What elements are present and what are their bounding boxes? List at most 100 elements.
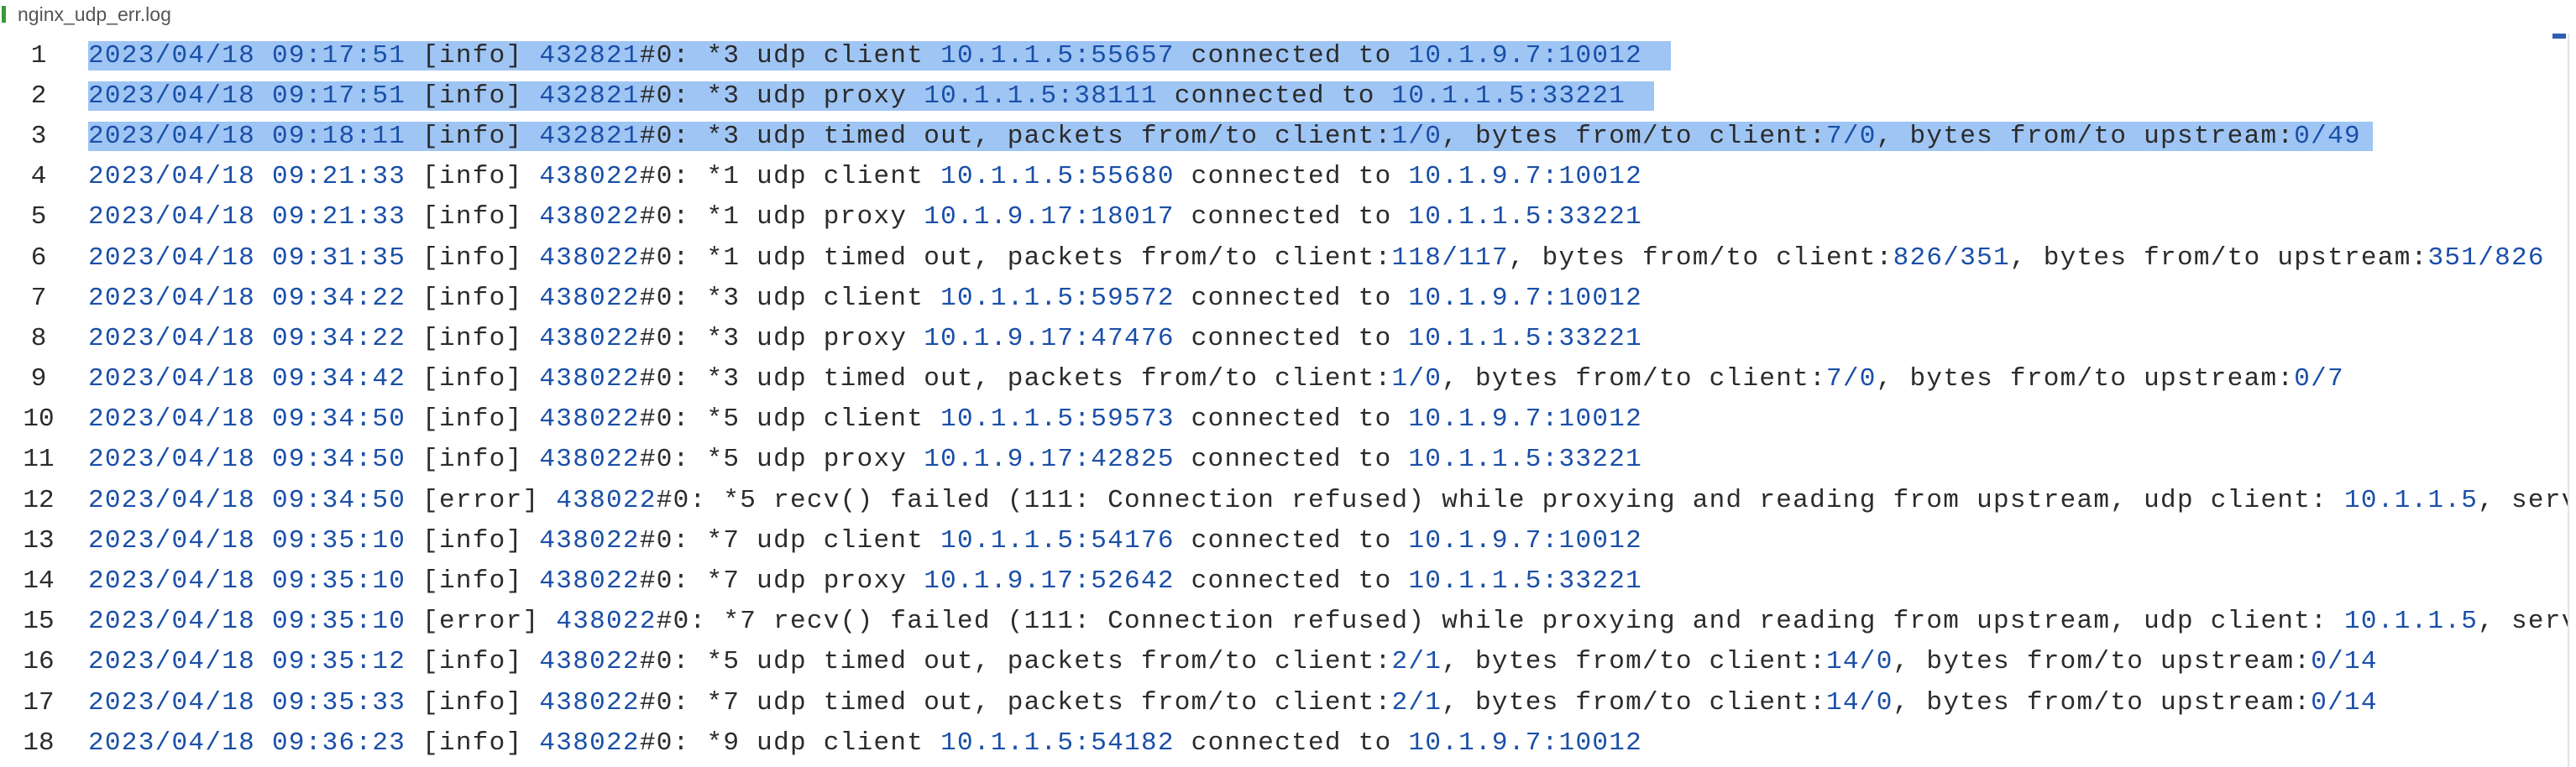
log-date: 2023/04/18 xyxy=(88,243,256,273)
log-line[interactable]: 6 2023/04/18 09:31:35 [info] 438022#0: *1… xyxy=(0,237,2568,278)
log-date: 2023/04/18 xyxy=(88,647,256,677)
log-message: [error] 438022#0: *5 recv() failed (111:… xyxy=(406,485,2568,515)
log-line[interactable]: 10 2023/04/18 09:34:50 [info] 438022#0: *… xyxy=(0,399,2568,440)
line-number: 8 xyxy=(30,323,47,353)
log-date: 2023/04/18 xyxy=(88,404,256,435)
line-number: 5 xyxy=(30,202,47,232)
line-text: 2023/04/18 09:35:10 [info] 438022#0: *7 … xyxy=(88,566,1642,596)
log-date: 2023/04/18 xyxy=(88,364,256,394)
log-date: 2023/04/18 xyxy=(88,525,256,556)
line-number: 13 xyxy=(23,525,55,556)
line-number: 16 xyxy=(23,647,55,677)
log-time: 09:35:12 xyxy=(271,647,406,677)
line-number: 11 xyxy=(23,445,55,475)
log-date: 2023/04/18 xyxy=(88,445,256,475)
log-line[interactable]: 2 2023/04/18 09:17:51 [info] 432821#0: *3… xyxy=(0,76,2568,116)
line-text: 2023/04/18 09:21:33 [info] 438022#0: *1 … xyxy=(88,202,1642,232)
line-number: 7 xyxy=(30,283,47,313)
log-message: [info] 438022#0: *7 udp proxy 10.1.9.17:… xyxy=(406,566,1643,597)
log-time: 09:21:33 xyxy=(271,162,406,192)
log-time: 09:35:10 xyxy=(271,566,406,597)
log-time: 09:35:10 xyxy=(271,607,406,637)
log-line[interactable]: 14 2023/04/18 09:35:10 [info] 438022#0: *… xyxy=(0,561,2568,601)
line-text: 2023/04/18 09:35:10 [error] 438022#0: *7… xyxy=(88,607,2568,636)
line-text: 2023/04/18 09:35:33 [info] 438022#0: *7 … xyxy=(88,688,2378,717)
file-icon xyxy=(2,6,6,23)
line-number: 6 xyxy=(30,243,47,273)
log-message: [info] 438022#0: *7 udp timed out, packe… xyxy=(406,687,2378,717)
log-line[interactable]: 4 2023/04/18 09:21:33 [info] 438022#0: *1… xyxy=(0,157,2568,197)
log-line[interactable]: 8 2023/04/18 09:34:22 [info] 438022#0: *3… xyxy=(0,318,2568,358)
line-text: 2023/04/18 09:21:33 [info] 438022#0: *1 … xyxy=(88,162,1642,191)
log-line[interactable]: 18 2023/04/18 09:36:23 [info] 438022#0: *… xyxy=(0,723,2568,763)
log-message: [info] 432821#0: *3 udp proxy 10.1.1.5:3… xyxy=(406,81,1626,111)
line-number: 10 xyxy=(23,404,55,435)
log-date: 2023/04/18 xyxy=(88,566,256,597)
line-number: 9 xyxy=(30,364,47,394)
file-name: nginx_udp_err.log xyxy=(18,3,171,25)
log-date: 2023/04/18 xyxy=(88,485,256,515)
line-text: 2023/04/18 09:18:11 [info] 432821#0: *3 … xyxy=(88,121,2373,151)
log-date: 2023/04/18 xyxy=(88,162,256,192)
log-message: [info] 438022#0: *1 udp proxy 10.1.9.17:… xyxy=(406,202,1643,232)
log-message: [info] 432821#0: *3 udp client 10.1.1.5:… xyxy=(406,40,1643,70)
line-text: 2023/04/18 09:35:10 [info] 438022#0: *7 … xyxy=(88,526,1642,556)
log-time: 09:34:22 xyxy=(271,283,406,313)
log-time: 09:36:23 xyxy=(271,728,406,758)
line-text: 2023/04/18 09:17:51 [info] 432821#0: *3 … xyxy=(88,81,1655,111)
line-text: 2023/04/18 09:34:22 [info] 438022#0: *3 … xyxy=(88,284,1642,313)
log-message: [info] 438022#0: *5 udp timed out, packe… xyxy=(406,647,2378,677)
line-text: 2023/04/18 09:34:50 [info] 438022#0: *5 … xyxy=(88,404,1642,434)
log-date: 2023/04/18 xyxy=(88,40,256,70)
log-date: 2023/04/18 xyxy=(88,323,256,353)
line-text: 2023/04/18 09:31:35 [info] 438022#0: *1 … xyxy=(88,243,2545,273)
line-text: 2023/04/18 09:34:22 [info] 438022#0: *3 … xyxy=(88,324,1642,353)
log-time: 09:34:50 xyxy=(271,404,406,435)
scrollbar-track[interactable] xyxy=(2568,34,2569,767)
log-line[interactable]: 5 2023/04/18 09:21:33 [info] 438022#0: *1… xyxy=(0,197,2568,237)
log-time: 09:17:51 xyxy=(271,40,406,70)
log-time: 09:17:51 xyxy=(271,81,406,111)
file-tab[interactable]: nginx_udp_err.log xyxy=(0,0,171,29)
log-time: 09:34:22 xyxy=(271,323,406,353)
log-date: 2023/04/18 xyxy=(88,81,256,111)
log-line[interactable]: 13 2023/04/18 09:35:10 [info] 438022#0: *… xyxy=(0,520,2568,561)
line-number: 3 xyxy=(30,121,47,151)
log-line[interactable]: 12 2023/04/18 09:34:50 [error] 438022#0: … xyxy=(0,480,2568,520)
line-number: 17 xyxy=(23,687,55,717)
log-line[interactable]: 15 2023/04/18 09:35:10 [error] 438022#0: … xyxy=(0,602,2568,642)
log-line[interactable]: 7 2023/04/18 09:34:22 [info] 438022#0: *3… xyxy=(0,278,2568,318)
log-time: 09:21:33 xyxy=(271,202,406,232)
line-number: 12 xyxy=(23,485,55,515)
line-number: 14 xyxy=(23,566,55,597)
log-line[interactable]: 9 2023/04/18 09:34:42 [info] 438022#0: *3… xyxy=(0,359,2568,399)
log-message: [error] 438022#0: *7 recv() failed (111:… xyxy=(406,607,2568,637)
log-message: [info] 438022#0: *5 udp proxy 10.1.9.17:… xyxy=(406,445,1643,475)
log-time: 09:35:10 xyxy=(271,525,406,556)
log-line[interactable]: 17 2023/04/18 09:35:33 [info] 438022#0: *… xyxy=(0,682,2568,723)
log-line[interactable]: 1 2023/04/18 09:17:51 [info] 432821#0: *3… xyxy=(0,35,2568,76)
editor-area[interactable]: 1 2023/04/18 09:17:51 [info] 432821#0: *3… xyxy=(0,35,2568,767)
log-message: [info] 432821#0: *3 udp timed out, packe… xyxy=(406,121,2361,151)
line-number: 1 xyxy=(30,40,47,70)
log-line[interactable]: 3 2023/04/18 09:18:11 [info] 432821#0: *3… xyxy=(0,116,2568,156)
log-time: 09:34:50 xyxy=(271,445,406,475)
line-text: 2023/04/18 09:34:42 [info] 438022#0: *3 … xyxy=(88,364,2344,394)
log-date: 2023/04/18 xyxy=(88,607,256,637)
log-line[interactable]: 16 2023/04/18 09:35:12 [info] 438022#0: *… xyxy=(0,642,2568,682)
log-message: [info] 438022#0: *3 udp client 10.1.1.5:… xyxy=(406,283,1643,313)
log-message: [info] 438022#0: *7 udp client 10.1.1.5:… xyxy=(406,525,1643,556)
line-number: 2 xyxy=(30,81,47,111)
log-line[interactable]: 11 2023/04/18 09:34:50 [info] 438022#0: *… xyxy=(0,440,2568,480)
log-time: 09:18:11 xyxy=(271,121,406,151)
log-time: 09:35:33 xyxy=(271,687,406,717)
line-text: 2023/04/18 09:35:12 [info] 438022#0: *5 … xyxy=(88,647,2378,676)
line-number: 18 xyxy=(23,728,55,758)
log-date: 2023/04/18 xyxy=(88,687,256,717)
log-date: 2023/04/18 xyxy=(88,202,256,232)
log-time: 09:34:50 xyxy=(271,485,406,515)
log-message: [info] 438022#0: *1 udp client 10.1.1.5:… xyxy=(406,162,1643,192)
log-message: [info] 438022#0: *3 udp proxy 10.1.9.17:… xyxy=(406,323,1643,353)
log-date: 2023/04/18 xyxy=(88,283,256,313)
log-date: 2023/04/18 xyxy=(88,728,256,758)
